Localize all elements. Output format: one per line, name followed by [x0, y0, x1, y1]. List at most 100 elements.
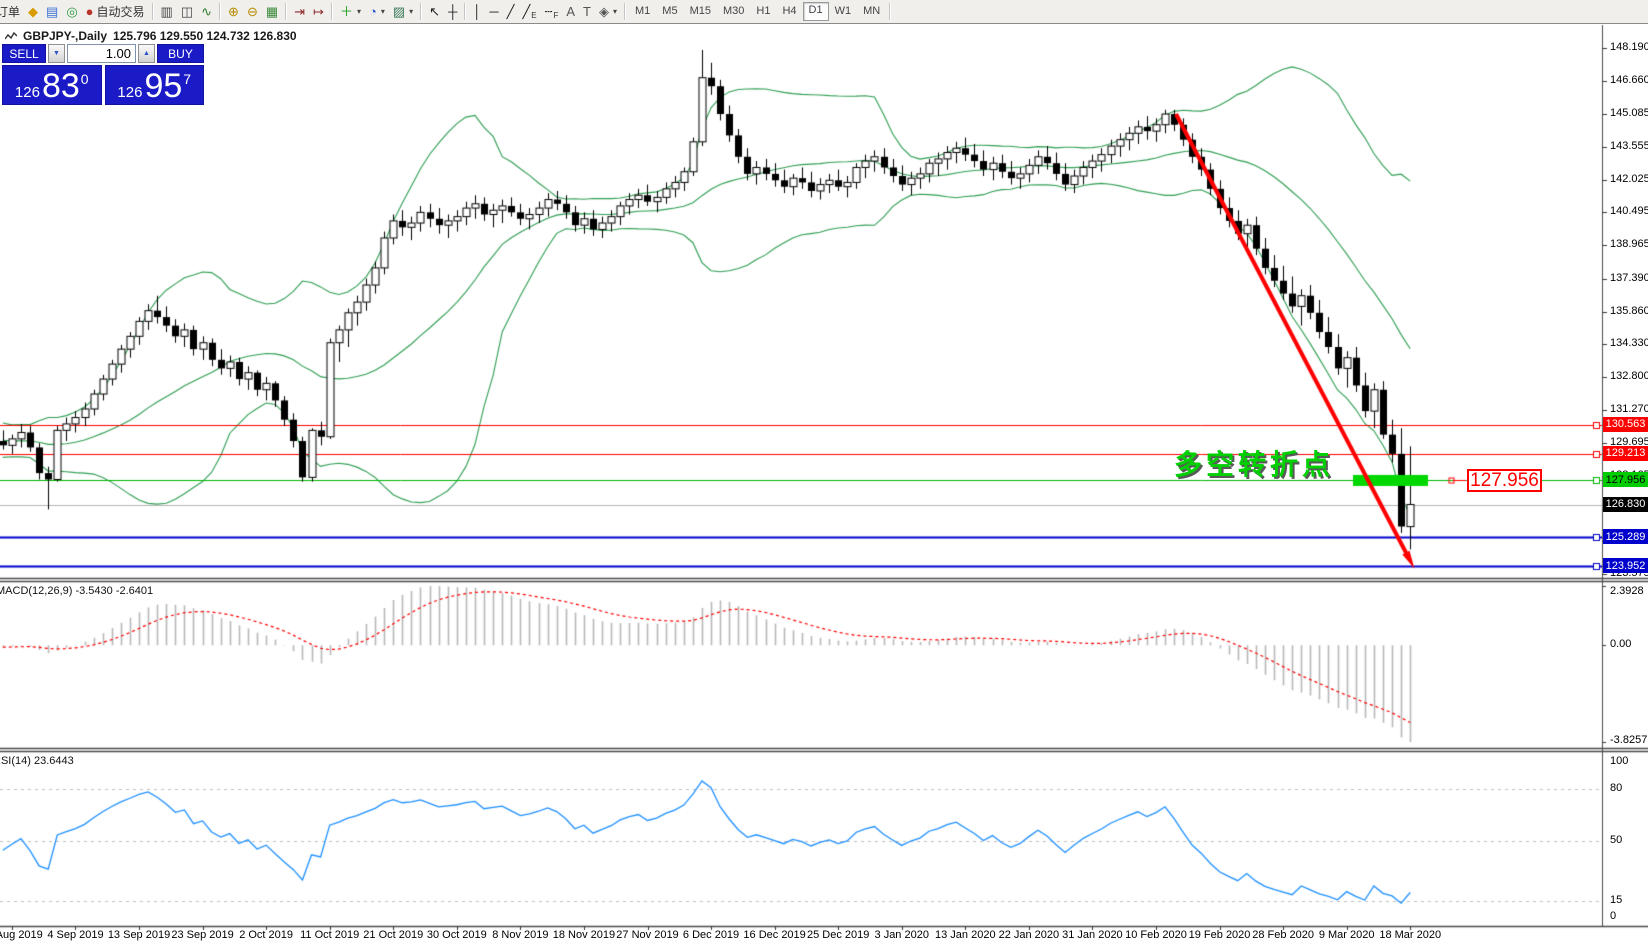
price-tick-label: 143.555 [1610, 140, 1648, 152]
price-tick-label: 134.330 [1610, 337, 1648, 349]
price-tick-label: 132.800 [1610, 370, 1648, 382]
fibonacci-button-sub-glyph: F [553, 11, 558, 20]
vertical-line-button[interactable]: │ [469, 2, 485, 21]
templates-button[interactable]: ▨▾ [389, 2, 417, 21]
fibonacci-button[interactable]: ┄F [541, 2, 563, 21]
toolbar-separator [152, 3, 154, 20]
price-tick-label: 137.390 [1610, 272, 1648, 284]
volume-input[interactable]: 1.00 [67, 44, 136, 63]
horizontal-line-button[interactable]: ─ [485, 2, 502, 21]
timeframe-m5[interactable]: M5 [656, 3, 683, 20]
toolbar-separator [464, 3, 466, 20]
bid-big-digits: 83 [42, 72, 80, 101]
chevron-up-icon: ▲ [143, 50, 150, 57]
bid-pip-digit: 0 [81, 71, 89, 87]
timeframe-w1[interactable]: W1 [829, 3, 858, 20]
bid-price-box[interactable]: 126 83 0 [2, 65, 102, 105]
auto-trading-button-label: 自动交易 [97, 3, 145, 20]
timeframe-m30[interactable]: M30 [717, 3, 750, 20]
rsi-axis-label: 15 [1610, 894, 1622, 906]
text-label-icon: T [583, 5, 591, 18]
buy-button[interactable]: BUY [157, 44, 204, 63]
timeframe-mn[interactable]: MN [857, 3, 886, 20]
timeframe-h4[interactable]: H4 [776, 3, 802, 20]
price-line-badge: 125.289 [1603, 529, 1648, 544]
arrows-button[interactable]: ◈▾ [595, 2, 621, 21]
bars-view-button[interactable]: ▥ [157, 2, 177, 21]
navigator-button[interactable]: ◎ [62, 2, 81, 21]
auto-scroll-button[interactable]: ↦ [309, 2, 328, 21]
price-tick-label: 131.270 [1610, 403, 1648, 415]
candles-view-button[interactable]: ◫ [177, 2, 197, 21]
price-tick-label: 138.965 [1610, 238, 1648, 250]
price-tick-label: 148.190 [1610, 41, 1648, 53]
trendline-icon: ╱ [507, 5, 515, 18]
text-icon: A [566, 5, 575, 18]
arrows-icon: ◈ [599, 5, 609, 18]
vertical-line-icon: │ [473, 5, 481, 18]
line-view-icon: ∿ [201, 5, 212, 18]
chevron-down-icon: ▾ [357, 7, 361, 16]
toolbar-separator [889, 3, 891, 20]
tile-windows-icon: ▦ [266, 5, 278, 18]
price-line-badge: 129.213 [1603, 446, 1648, 461]
volume-decrease-button[interactable]: ▼ [48, 44, 65, 63]
price-callout-label[interactable]: 127.956 [1467, 469, 1542, 492]
crosshair-button[interactable]: ┼ [444, 2, 461, 21]
cursor-button[interactable]: ↖ [425, 2, 444, 21]
price-tick-label: 140.495 [1610, 205, 1648, 217]
bid-prefix: 126 [15, 85, 40, 102]
price-line-badge: 126.830 [1603, 497, 1648, 512]
timeframe-m15[interactable]: M15 [684, 3, 717, 20]
macd-indicator-label: MACD(12,26,9) -3.5430 -2.6401 [0, 585, 153, 597]
chart-canvas[interactable] [0, 0, 1648, 946]
channel-button[interactable]: ╱E [518, 2, 540, 21]
price-tick-label: 145.085 [1610, 107, 1648, 119]
navigator-icon: ◎ [66, 5, 77, 18]
timeframe-h1[interactable]: H1 [750, 3, 776, 20]
timeframe-d1[interactable]: D1 [803, 2, 829, 21]
auto-trading-icon: ● [86, 5, 94, 18]
new-order-button[interactable]: 订单 [0, 2, 24, 21]
trendline-button[interactable]: ╱ [503, 2, 519, 21]
timeframe-m1[interactable]: M1 [629, 3, 656, 20]
date-label: 18 Mar 2020 [1365, 929, 1455, 941]
price-tick-label: 142.025 [1610, 173, 1648, 185]
history-center-button[interactable]: ◆ [24, 2, 42, 21]
templates-icon: ▨ [393, 5, 405, 18]
price-line-badge: 130.563 [1603, 417, 1648, 432]
market-watch-button[interactable]: ▤ [42, 2, 62, 21]
volume-increase-button[interactable]: ▲ [138, 44, 155, 63]
zoom-out-icon: ⊖ [247, 5, 258, 18]
auto-trading-button[interactable]: ●自动交易 [82, 2, 149, 21]
zoom-out-button[interactable]: ⊖ [243, 2, 262, 21]
auto-scroll-icon: ↦ [313, 5, 324, 18]
toolbar-separator [420, 3, 422, 20]
macd-axis-label: 0.00 [1610, 638, 1631, 650]
bars-view-icon: ▥ [161, 5, 173, 18]
toolbar-separator [285, 3, 287, 20]
text-button[interactable]: A [562, 2, 579, 21]
ask-price-box[interactable]: 126 95 7 [105, 65, 205, 105]
chevron-down-icon: ▾ [613, 7, 617, 16]
rsi-indicator-label: RSI(14) 23.6443 [0, 755, 74, 767]
chevron-down-icon: ▼ [53, 50, 60, 57]
channel-icon: ╱ [522, 5, 530, 18]
turning-point-annotation[interactable]: 多空转折点 [1174, 443, 1334, 483]
new-order-button-label: 订单 [0, 3, 20, 20]
zoom-in-button[interactable]: ⊕ [224, 2, 243, 21]
line-view-button[interactable]: ∿ [197, 2, 216, 21]
ask-pip-digit: 7 [183, 71, 191, 87]
toolbar-separator [624, 3, 626, 20]
macd-axis-label: -3.8257 [1610, 734, 1647, 746]
shift-end-button[interactable]: ⇥ [290, 2, 309, 21]
periods-button[interactable]: ◔▾ [365, 2, 389, 21]
text-label-button[interactable]: T [579, 2, 595, 21]
sell-button[interactable]: SELL [2, 44, 46, 63]
periods-icon: ◔ [369, 5, 377, 18]
indicators-button[interactable]: ＋▾ [336, 2, 365, 21]
chevron-down-icon: ▾ [409, 7, 413, 16]
tile-windows-button[interactable]: ▦ [262, 2, 282, 21]
channel-button-sub-glyph: E [531, 11, 536, 20]
chevron-down-icon: ▾ [381, 7, 385, 16]
